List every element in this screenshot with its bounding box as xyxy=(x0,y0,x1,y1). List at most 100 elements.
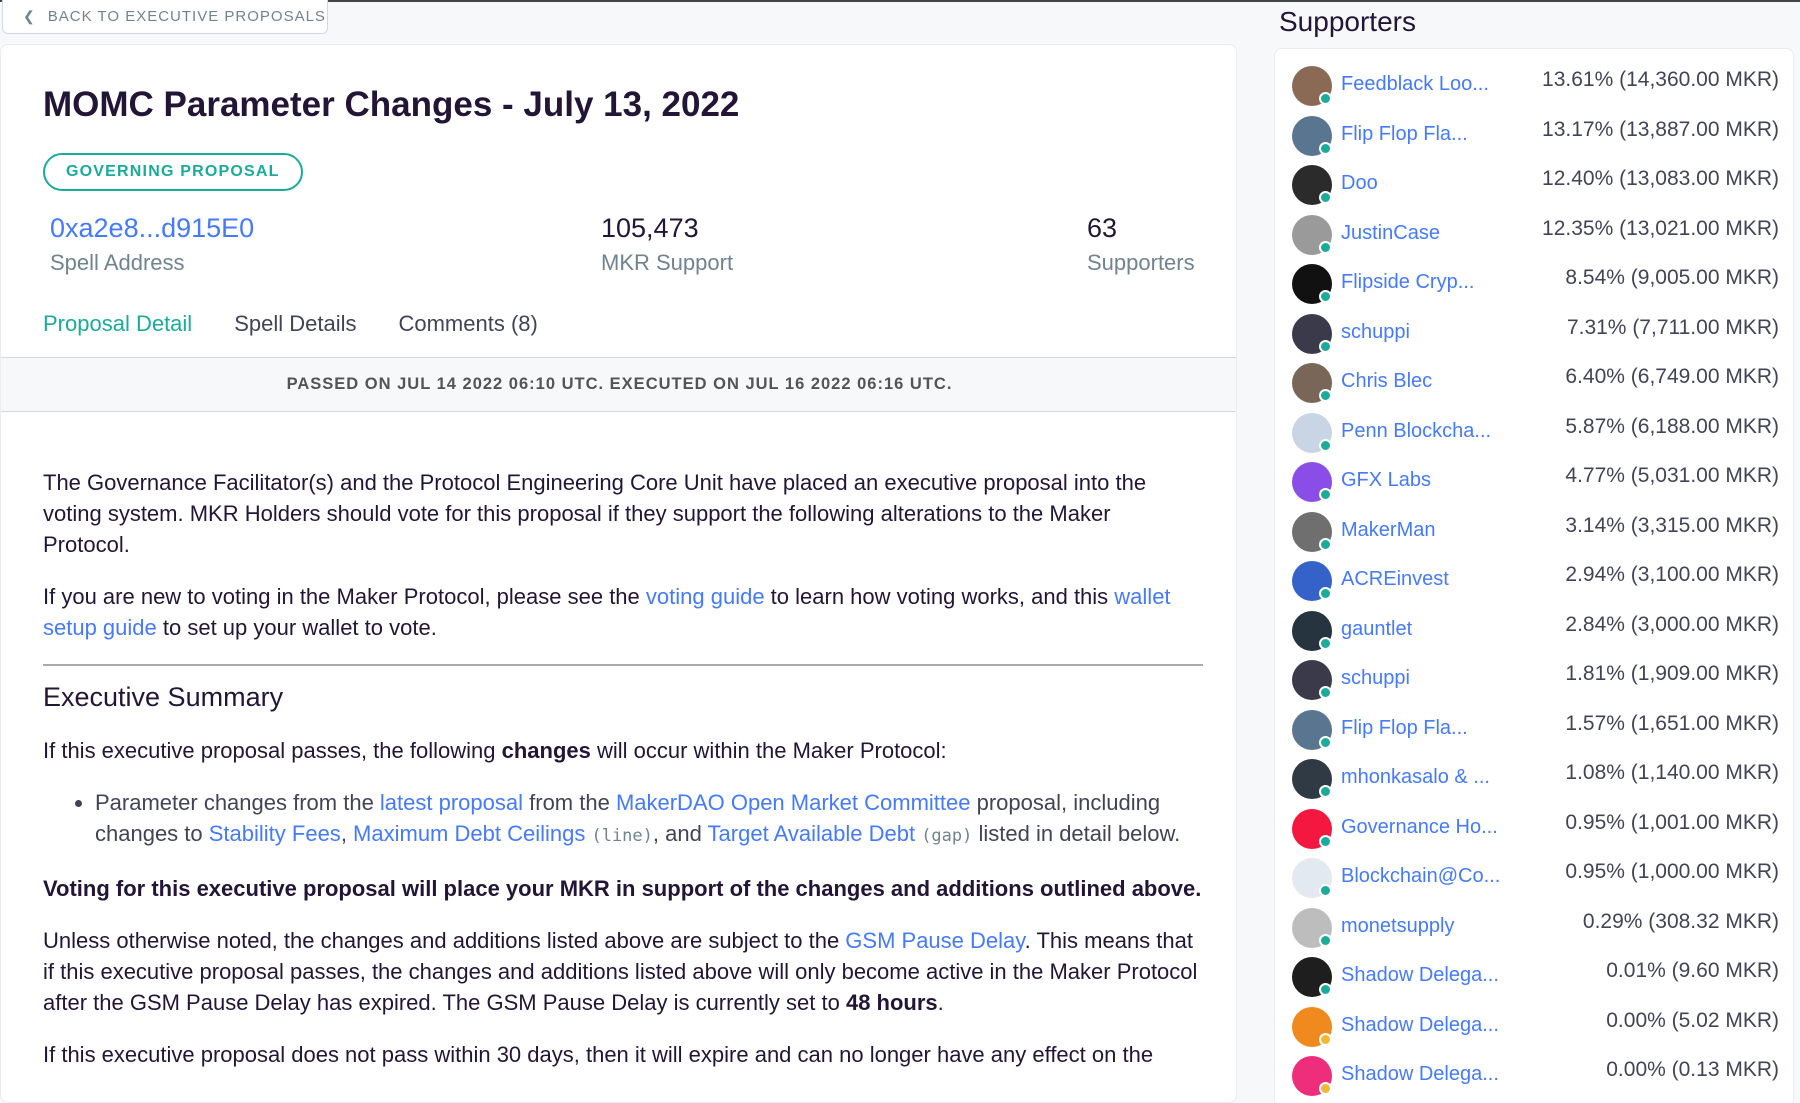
supporter-name-link[interactable]: Blockchain@Co... xyxy=(1341,865,1500,888)
intro-paragraph: The Governance Facilitator(s) and the Pr… xyxy=(43,470,1147,557)
tab-spell-details[interactable]: Spell Details xyxy=(234,311,356,337)
text-segment: to set up your wallet to vote. xyxy=(156,615,437,640)
changes-list: Parameter changes from the latest propos… xyxy=(95,787,1203,852)
back-button-label: BACK TO EXECUTIVE PROPOSALS xyxy=(47,8,326,25)
spell-address-link[interactable]: 0xa2e8...d915E0 xyxy=(50,213,254,244)
supporter-name-link[interactable]: Flipside Cryp... xyxy=(1341,271,1474,294)
supporter-row[interactable]: Flipside Cryp... 8.54% (9,005.00 MKR) xyxy=(1275,261,1793,310)
supporter-row[interactable]: Penn Blockcha... 5.87% (6,188.00 MKR) xyxy=(1275,410,1793,459)
supporter-row[interactable]: schuppi 7.31% (7,711.00 MKR) xyxy=(1275,311,1793,360)
supporters-panel: Feedblack Loo... 13.61% (14,360.00 MKR) Fl… xyxy=(1274,48,1794,1103)
supporter-name-link[interactable]: mhonkasalo & ... xyxy=(1341,766,1490,789)
supporter-name-link[interactable]: schuppi xyxy=(1341,667,1410,690)
voting-guide-paragraph: If you are new to voting in the Maker Pr… xyxy=(43,581,1203,643)
delegate-status-icon xyxy=(1319,933,1332,947)
supporter-row[interactable]: JustinCase 12.35% (13,021.00 MKR) xyxy=(1275,212,1793,261)
section-divider xyxy=(43,664,1203,666)
supporter-name-link[interactable]: ACREinvest xyxy=(1341,568,1449,591)
supporter-row[interactable]: ACREinvest 2.94% (3,100.00 MKR) xyxy=(1275,558,1793,607)
proposal-card: MOMC Parameter Changes - July 13, 2022 G… xyxy=(0,44,1237,1103)
delegate-status-icon xyxy=(1319,339,1332,353)
supporter-row[interactable]: Doo 12.40% (13,083.00 MKR) xyxy=(1275,162,1793,211)
delegate-status-icon xyxy=(1319,389,1332,402)
delegate-status-icon xyxy=(1319,636,1332,650)
supporter-share: 2.94% (3,100.00 MKR) xyxy=(1565,563,1779,586)
expiry-paragraph: If this executive proposal does not pass… xyxy=(43,1042,1154,1067)
proposal-body: The Governance Facilitator(s) and the Pr… xyxy=(43,467,1203,1091)
supporter-name-link[interactable]: Feedblack Loo... xyxy=(1341,73,1489,96)
supporter-row[interactable]: Governance Ho... 0.95% (1,001.00 MKR) xyxy=(1275,806,1793,855)
supporter-row[interactable]: Feedblack Loo... 13.61% (14,360.00 MKR) xyxy=(1275,63,1793,112)
delegate-status-icon xyxy=(1319,191,1332,204)
proposal-tabs: Proposal Detail Spell Details Comments (… xyxy=(43,311,538,337)
proposal-title: MOMC Parameter Changes - July 13, 2022 xyxy=(43,85,740,124)
text-segment: will occur within the Maker Protocol: xyxy=(590,738,947,763)
mkr-support-stat: 105,473 MKR Support xyxy=(601,213,733,276)
voting-note-paragraph: Voting for this executive proposal will … xyxy=(43,873,1203,904)
text-segment: from the xyxy=(523,790,616,815)
tab-proposal-detail[interactable]: Proposal Detail xyxy=(43,311,192,337)
delegate-status-icon xyxy=(1319,587,1332,600)
text-segment: Parameter changes from the xyxy=(95,790,380,815)
supporter-share: 1.08% (1,140.00 MKR) xyxy=(1565,761,1779,784)
supporter-name-link[interactable]: Shadow Delega... xyxy=(1341,1014,1499,1037)
supporter-name-link[interactable]: Shadow Delega... xyxy=(1341,1063,1499,1086)
supporter-row[interactable]: Blockchain@Co... 0.95% (1,000.00 MKR) xyxy=(1275,855,1793,904)
supporters-count-label: Supporters xyxy=(1087,250,1195,275)
supporter-name-link[interactable]: Shadow Delega... xyxy=(1341,964,1499,987)
maximum-debt-ceilings-link[interactable]: Maximum Debt Ceilings xyxy=(353,821,585,846)
target-available-debt-link[interactable]: Target Available Debt xyxy=(708,821,916,846)
supporter-name-link[interactable]: Flip Flop Fla... xyxy=(1341,717,1468,740)
supporter-share: 0.95% (1,000.00 MKR) xyxy=(1565,860,1779,883)
delegate-status-icon xyxy=(1319,141,1332,155)
tab-comments[interactable]: Comments (8) xyxy=(398,311,537,337)
supporter-name-link[interactable]: gauntlet xyxy=(1341,618,1412,641)
supporter-name-link[interactable]: monetsupply xyxy=(1341,915,1454,938)
delegate-status-icon xyxy=(1319,1032,1332,1046)
text-segment: Unless otherwise noted, the changes and … xyxy=(43,928,846,953)
supporter-name-link[interactable]: Doo xyxy=(1341,172,1378,195)
supporter-name-link[interactable]: Flip Flop Fla... xyxy=(1341,123,1468,146)
supporter-row[interactable]: Shadow Delega... 0.00% (5.02 MKR) xyxy=(1275,1004,1793,1053)
supporter-share: 1.57% (1,651.00 MKR) xyxy=(1565,711,1779,735)
voting-guide-link[interactable]: voting guide xyxy=(646,584,765,609)
supporter-name-link[interactable]: JustinCase xyxy=(1341,222,1440,245)
delegate-status-icon xyxy=(1319,92,1332,105)
text-segment: listed in detail below. xyxy=(972,821,1181,846)
back-to-executive-proposals-button[interactable]: ❮ BACK TO EXECUTIVE PROPOSALS xyxy=(2,0,328,34)
supporter-name-link[interactable]: schuppi xyxy=(1341,321,1410,344)
stability-fees-link[interactable]: Stability Fees xyxy=(209,821,341,846)
supporter-row[interactable]: mhonkasalo & ... 1.08% (1,140.00 MKR) xyxy=(1275,756,1793,805)
supporter-row[interactable]: GFX Labs 4.77% (5,031.00 MKR) xyxy=(1275,459,1793,508)
supporter-row[interactable]: monetsupply 0.29% (308.32 MKR) xyxy=(1275,905,1793,954)
supporter-row[interactable]: Chris Blec 6.40% (6,749.00 MKR) xyxy=(1275,360,1793,409)
supporter-name-link[interactable]: GFX Labs xyxy=(1341,469,1431,492)
delegate-status-icon xyxy=(1319,537,1332,551)
changes-intro-paragraph: If this executive proposal passes, the f… xyxy=(43,735,1203,766)
supporters-count-value: 63 xyxy=(1087,213,1118,243)
supporter-row[interactable]: schuppi 1.81% (1,909.00 MKR) xyxy=(1275,657,1793,706)
bold-text: changes xyxy=(501,738,591,763)
gsm-pause-delay-link[interactable]: GSM Pause Delay xyxy=(845,928,1024,953)
supporter-share: 2.84% (3,000.00 MKR) xyxy=(1565,612,1779,636)
open-market-committee-link[interactable]: MakerDAO Open Market Committee xyxy=(616,790,971,815)
supporter-name-link[interactable]: Penn Blockcha... xyxy=(1341,420,1491,443)
supporter-share: 4.77% (5,031.00 MKR) xyxy=(1565,464,1779,487)
delegate-status-icon xyxy=(1319,488,1332,501)
code-gap: (gap) xyxy=(921,826,973,846)
supporter-row[interactable]: Shadow Delega... 0.00% (0.13 MKR) xyxy=(1275,1053,1793,1102)
supporter-row[interactable]: Shadow Delega... 0.01% (9.60 MKR) xyxy=(1275,954,1793,1003)
delegate-status-icon xyxy=(1319,834,1332,848)
supporter-share: 8.54% (9,005.00 MKR) xyxy=(1565,266,1779,289)
gsm-delay-paragraph: Unless otherwise noted, the changes and … xyxy=(43,925,1203,1018)
supporter-row[interactable]: gauntlet 2.84% (3,000.00 MKR) xyxy=(1275,608,1793,657)
supporter-row[interactable]: MakerMan 3.14% (3,315.00 MKR) xyxy=(1275,509,1793,558)
supporter-row[interactable]: Flip Flop Fla... 1.57% (1,651.00 MKR) xyxy=(1275,707,1793,756)
supporter-name-link[interactable]: MakerMan xyxy=(1341,519,1435,542)
latest-proposal-link[interactable]: latest proposal xyxy=(380,790,523,815)
delegate-status-icon xyxy=(1319,438,1332,452)
supporter-name-link[interactable]: Governance Ho... xyxy=(1341,816,1498,839)
supporter-row[interactable]: Flip Flop Fla... 13.17% (13,887.00 MKR) xyxy=(1275,113,1793,162)
supporter-name-link[interactable]: Chris Blec xyxy=(1341,370,1432,393)
supporters-heading: Supporters xyxy=(1279,6,1416,37)
